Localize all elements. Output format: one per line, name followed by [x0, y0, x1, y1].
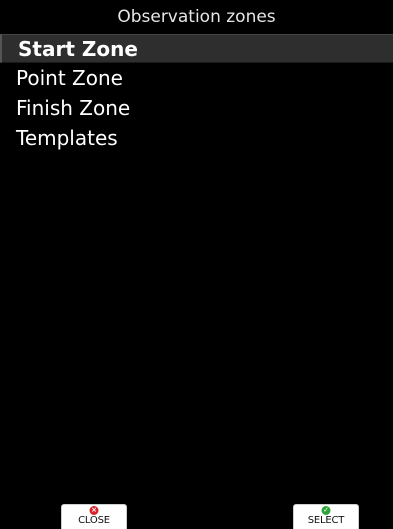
x-icon: ×: [89, 506, 99, 515]
menu-list: Start Zone Point Zone Finish Zone Templa…: [0, 34, 393, 154]
menu-item-label: Templates: [16, 126, 118, 150]
menu-item-templates[interactable]: Templates: [0, 124, 393, 153]
select-button[interactable]: ✓ SELECT: [293, 504, 359, 529]
menu-item-start-zone[interactable]: Start Zone: [0, 34, 393, 63]
close-button-label: CLOSE: [78, 515, 110, 526]
window-title-text: Observation zones: [117, 6, 276, 27]
select-button-label: SELECT: [307, 515, 345, 526]
observation-zones-screen: Observation zones Start Zone Point Zone …: [0, 0, 393, 529]
menu-item-point-zone[interactable]: Point Zone: [0, 64, 393, 93]
close-button[interactable]: × CLOSE: [61, 504, 127, 529]
check-icon: ✓: [321, 506, 331, 515]
menu-item-label: Start Zone: [18, 37, 138, 61]
menu-item-finish-zone[interactable]: Finish Zone: [0, 94, 393, 123]
menu-item-label: Finish Zone: [16, 96, 131, 120]
menu-item-label: Point Zone: [16, 66, 123, 90]
window-title: Observation zones: [0, 0, 393, 33]
